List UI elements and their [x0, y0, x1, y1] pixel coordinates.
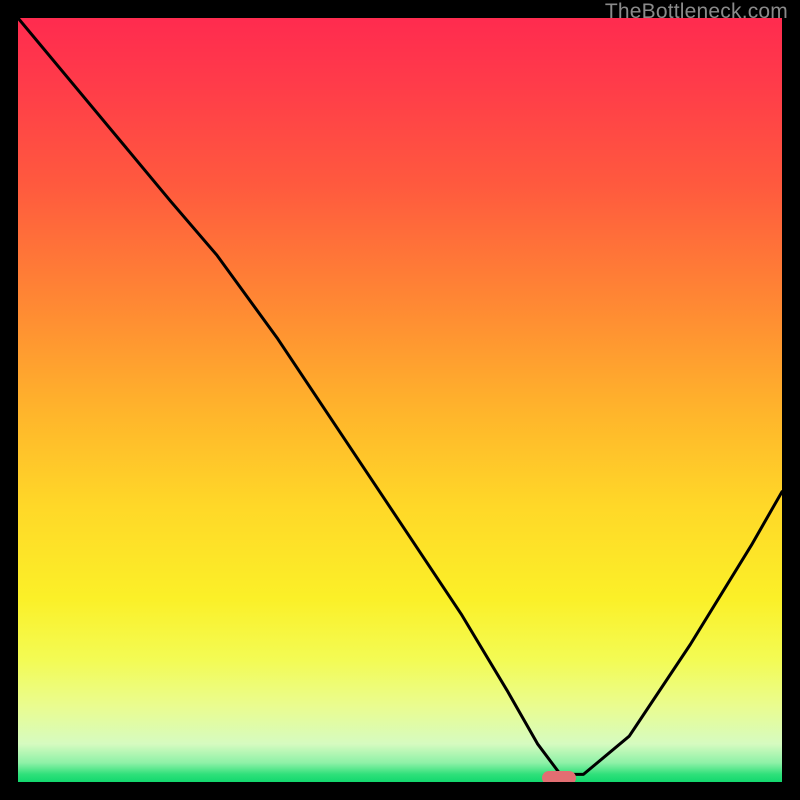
optimal-point-marker [542, 771, 576, 782]
bottleneck-curve [18, 18, 782, 782]
curve-path [18, 18, 782, 774]
chart-frame: TheBottleneck.com [0, 0, 800, 800]
watermark-text: TheBottleneck.com [605, 0, 788, 24]
chart-plot-area [18, 18, 782, 782]
